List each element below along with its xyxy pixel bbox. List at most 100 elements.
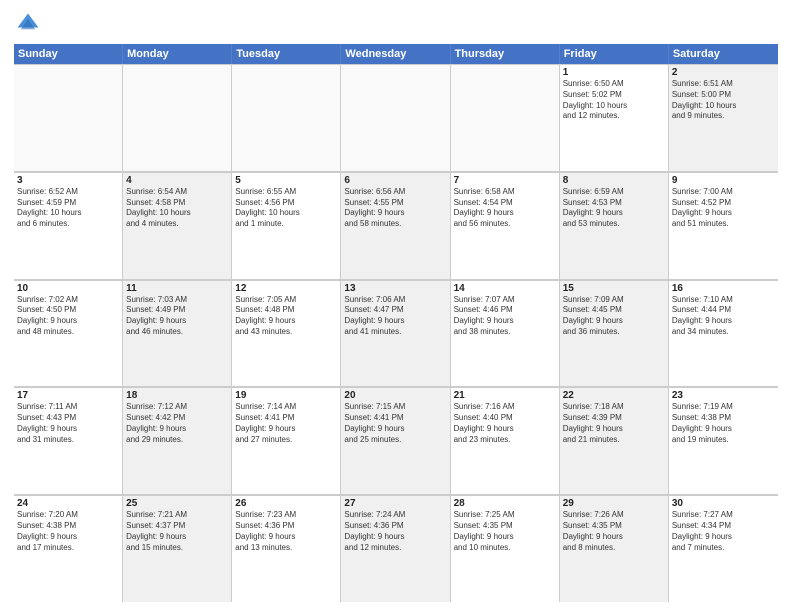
header-day-thursday: Thursday	[451, 44, 560, 64]
day-number: 18	[126, 390, 228, 401]
calendar-cell: 18Sunrise: 7:12 AM Sunset: 4:42 PM Dayli…	[123, 387, 232, 494]
calendar-cell: 10Sunrise: 7:02 AM Sunset: 4:50 PM Dayli…	[14, 280, 123, 387]
calendar-cell: 19Sunrise: 7:14 AM Sunset: 4:41 PM Dayli…	[232, 387, 341, 494]
calendar-header: SundayMondayTuesdayWednesdayThursdayFrid…	[14, 44, 778, 64]
day-info: Sunrise: 6:56 AM Sunset: 4:55 PM Dayligh…	[344, 187, 446, 230]
day-info: Sunrise: 6:58 AM Sunset: 4:54 PM Dayligh…	[454, 187, 556, 230]
day-number: 13	[344, 283, 446, 294]
day-number: 9	[672, 175, 775, 186]
day-info: Sunrise: 7:19 AM Sunset: 4:38 PM Dayligh…	[672, 402, 775, 445]
day-number: 24	[17, 498, 119, 509]
logo-icon	[14, 10, 42, 38]
day-info: Sunrise: 7:16 AM Sunset: 4:40 PM Dayligh…	[454, 402, 556, 445]
day-info: Sunrise: 7:10 AM Sunset: 4:44 PM Dayligh…	[672, 295, 775, 338]
calendar-row-4: 17Sunrise: 7:11 AM Sunset: 4:43 PM Dayli…	[14, 387, 778, 495]
day-info: Sunrise: 7:14 AM Sunset: 4:41 PM Dayligh…	[235, 402, 337, 445]
day-number: 12	[235, 283, 337, 294]
day-number: 26	[235, 498, 337, 509]
day-info: Sunrise: 7:03 AM Sunset: 4:49 PM Dayligh…	[126, 295, 228, 338]
day-info: Sunrise: 7:05 AM Sunset: 4:48 PM Dayligh…	[235, 295, 337, 338]
calendar-cell: 11Sunrise: 7:03 AM Sunset: 4:49 PM Dayli…	[123, 280, 232, 387]
day-number: 10	[17, 283, 119, 294]
page: SundayMondayTuesdayWednesdayThursdayFrid…	[0, 0, 792, 612]
day-number: 3	[17, 175, 119, 186]
day-info: Sunrise: 7:20 AM Sunset: 4:38 PM Dayligh…	[17, 510, 119, 553]
calendar-row-2: 3Sunrise: 6:52 AM Sunset: 4:59 PM Daylig…	[14, 172, 778, 280]
day-info: Sunrise: 6:51 AM Sunset: 5:00 PM Dayligh…	[672, 79, 775, 122]
calendar-cell	[123, 64, 232, 171]
day-number: 30	[672, 498, 775, 509]
day-info: Sunrise: 7:00 AM Sunset: 4:52 PM Dayligh…	[672, 187, 775, 230]
day-number: 7	[454, 175, 556, 186]
day-info: Sunrise: 7:15 AM Sunset: 4:41 PM Dayligh…	[344, 402, 446, 445]
day-info: Sunrise: 7:11 AM Sunset: 4:43 PM Dayligh…	[17, 402, 119, 445]
header-day-monday: Monday	[123, 44, 232, 64]
calendar-row-1: 1Sunrise: 6:50 AM Sunset: 5:02 PM Daylig…	[14, 64, 778, 172]
calendar-cell: 9Sunrise: 7:00 AM Sunset: 4:52 PM Daylig…	[669, 172, 778, 279]
calendar-cell: 4Sunrise: 6:54 AM Sunset: 4:58 PM Daylig…	[123, 172, 232, 279]
calendar-cell: 3Sunrise: 6:52 AM Sunset: 4:59 PM Daylig…	[14, 172, 123, 279]
day-number: 29	[563, 498, 665, 509]
header-day-friday: Friday	[560, 44, 669, 64]
calendar-row-5: 24Sunrise: 7:20 AM Sunset: 4:38 PM Dayli…	[14, 495, 778, 602]
day-info: Sunrise: 6:52 AM Sunset: 4:59 PM Dayligh…	[17, 187, 119, 230]
day-number: 2	[672, 67, 775, 78]
day-info: Sunrise: 7:27 AM Sunset: 4:34 PM Dayligh…	[672, 510, 775, 553]
day-info: Sunrise: 7:12 AM Sunset: 4:42 PM Dayligh…	[126, 402, 228, 445]
day-info: Sunrise: 6:59 AM Sunset: 4:53 PM Dayligh…	[563, 187, 665, 230]
calendar-cell: 2Sunrise: 6:51 AM Sunset: 5:00 PM Daylig…	[669, 64, 778, 171]
day-info: Sunrise: 7:18 AM Sunset: 4:39 PM Dayligh…	[563, 402, 665, 445]
calendar-cell: 13Sunrise: 7:06 AM Sunset: 4:47 PM Dayli…	[341, 280, 450, 387]
logo	[14, 10, 46, 38]
day-number: 1	[563, 67, 665, 78]
day-number: 11	[126, 283, 228, 294]
header	[14, 10, 778, 38]
day-number: 23	[672, 390, 775, 401]
day-info: Sunrise: 7:23 AM Sunset: 4:36 PM Dayligh…	[235, 510, 337, 553]
calendar-cell	[451, 64, 560, 171]
calendar-cell: 25Sunrise: 7:21 AM Sunset: 4:37 PM Dayli…	[123, 495, 232, 602]
header-day-sunday: Sunday	[14, 44, 123, 64]
day-number: 8	[563, 175, 665, 186]
calendar-cell: 12Sunrise: 7:05 AM Sunset: 4:48 PM Dayli…	[232, 280, 341, 387]
calendar-cell: 21Sunrise: 7:16 AM Sunset: 4:40 PM Dayli…	[451, 387, 560, 494]
calendar-row-3: 10Sunrise: 7:02 AM Sunset: 4:50 PM Dayli…	[14, 280, 778, 388]
header-day-wednesday: Wednesday	[341, 44, 450, 64]
calendar-cell: 17Sunrise: 7:11 AM Sunset: 4:43 PM Dayli…	[14, 387, 123, 494]
calendar-cell: 29Sunrise: 7:26 AM Sunset: 4:35 PM Dayli…	[560, 495, 669, 602]
day-info: Sunrise: 7:24 AM Sunset: 4:36 PM Dayligh…	[344, 510, 446, 553]
day-info: Sunrise: 6:54 AM Sunset: 4:58 PM Dayligh…	[126, 187, 228, 230]
day-info: Sunrise: 7:09 AM Sunset: 4:45 PM Dayligh…	[563, 295, 665, 338]
calendar-cell: 23Sunrise: 7:19 AM Sunset: 4:38 PM Dayli…	[669, 387, 778, 494]
calendar-cell: 6Sunrise: 6:56 AM Sunset: 4:55 PM Daylig…	[341, 172, 450, 279]
calendar-cell: 5Sunrise: 6:55 AM Sunset: 4:56 PM Daylig…	[232, 172, 341, 279]
day-number: 20	[344, 390, 446, 401]
calendar-cell	[341, 64, 450, 171]
calendar-cell: 15Sunrise: 7:09 AM Sunset: 4:45 PM Dayli…	[560, 280, 669, 387]
day-number: 17	[17, 390, 119, 401]
day-info: Sunrise: 7:25 AM Sunset: 4:35 PM Dayligh…	[454, 510, 556, 553]
calendar-cell: 8Sunrise: 6:59 AM Sunset: 4:53 PM Daylig…	[560, 172, 669, 279]
day-number: 22	[563, 390, 665, 401]
calendar-cell: 28Sunrise: 7:25 AM Sunset: 4:35 PM Dayli…	[451, 495, 560, 602]
day-number: 5	[235, 175, 337, 186]
day-info: Sunrise: 7:26 AM Sunset: 4:35 PM Dayligh…	[563, 510, 665, 553]
calendar: SundayMondayTuesdayWednesdayThursdayFrid…	[14, 44, 778, 602]
day-number: 15	[563, 283, 665, 294]
calendar-cell: 26Sunrise: 7:23 AM Sunset: 4:36 PM Dayli…	[232, 495, 341, 602]
day-number: 16	[672, 283, 775, 294]
day-number: 14	[454, 283, 556, 294]
calendar-cell	[232, 64, 341, 171]
calendar-cell: 7Sunrise: 6:58 AM Sunset: 4:54 PM Daylig…	[451, 172, 560, 279]
calendar-cell: 20Sunrise: 7:15 AM Sunset: 4:41 PM Dayli…	[341, 387, 450, 494]
calendar-cell: 30Sunrise: 7:27 AM Sunset: 4:34 PM Dayli…	[669, 495, 778, 602]
header-day-saturday: Saturday	[669, 44, 778, 64]
calendar-cell: 1Sunrise: 6:50 AM Sunset: 5:02 PM Daylig…	[560, 64, 669, 171]
calendar-cell: 27Sunrise: 7:24 AM Sunset: 4:36 PM Dayli…	[341, 495, 450, 602]
calendar-cell: 14Sunrise: 7:07 AM Sunset: 4:46 PM Dayli…	[451, 280, 560, 387]
day-number: 4	[126, 175, 228, 186]
calendar-body: 1Sunrise: 6:50 AM Sunset: 5:02 PM Daylig…	[14, 64, 778, 602]
header-day-tuesday: Tuesday	[232, 44, 341, 64]
day-info: Sunrise: 7:06 AM Sunset: 4:47 PM Dayligh…	[344, 295, 446, 338]
day-number: 27	[344, 498, 446, 509]
